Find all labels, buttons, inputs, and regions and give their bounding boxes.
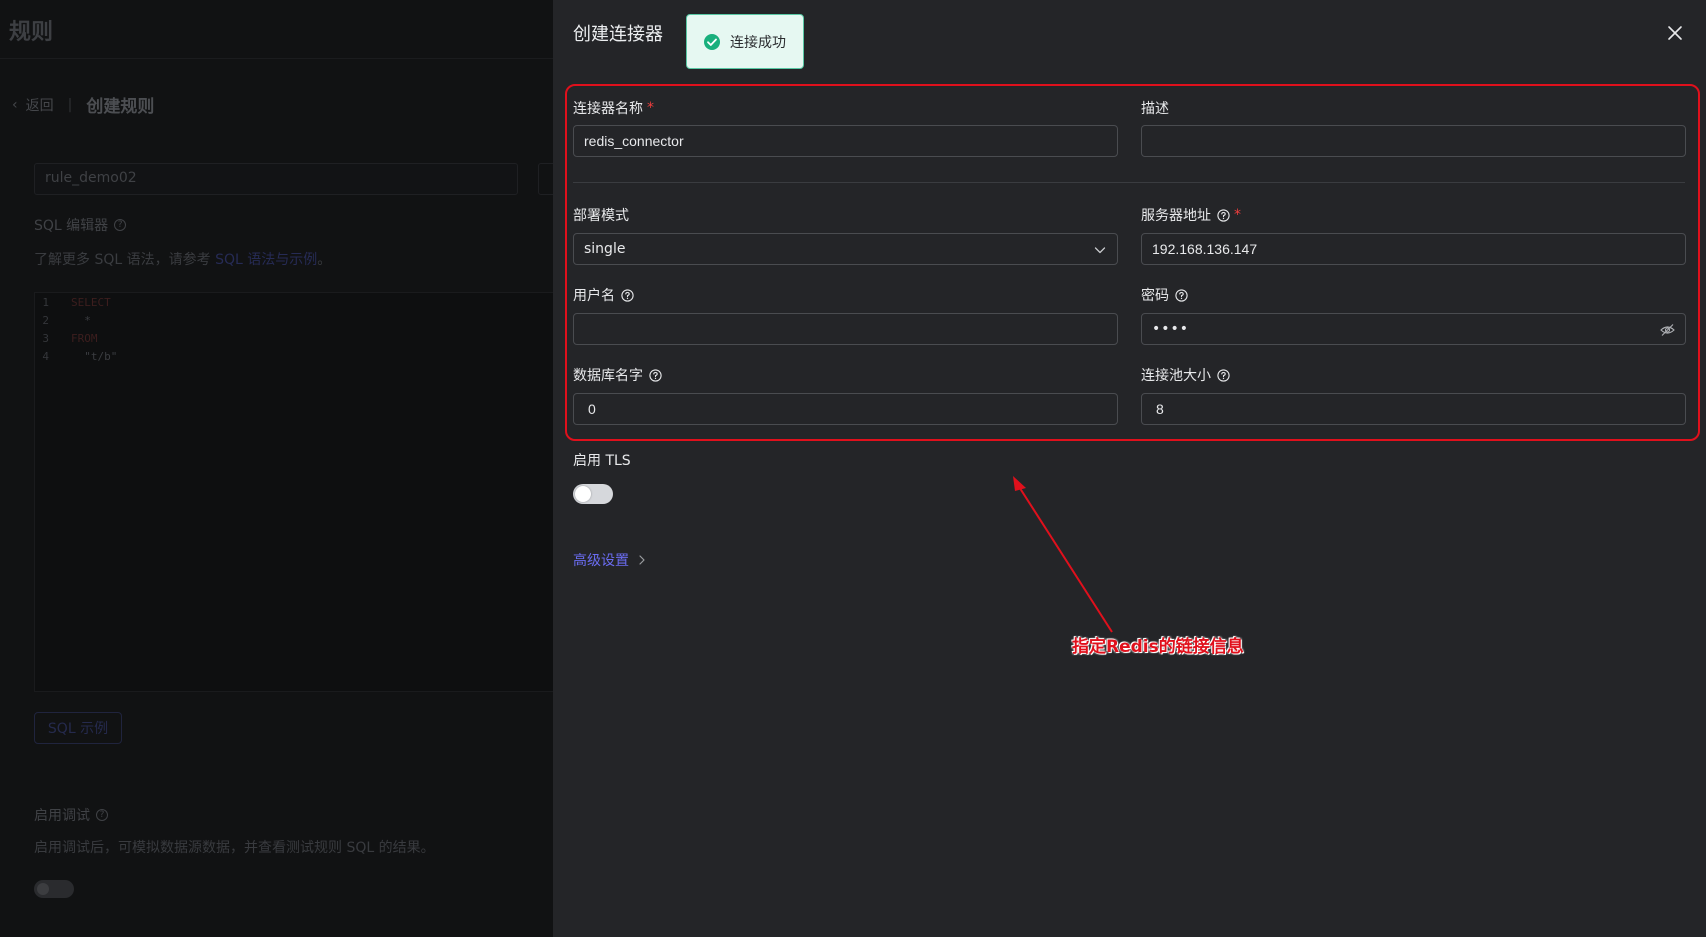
connector-name-label-text: 连接器名称 xyxy=(573,101,643,117)
description-label: 描述 xyxy=(1141,98,1169,118)
debug-hint: 启用调试后，可模拟数据源数据，并查看测试规则 SQL 的结果。 xyxy=(34,840,435,856)
server-address-label-text: 服务器地址 xyxy=(1141,208,1211,224)
database-name-label: 数据库名字 xyxy=(573,365,662,385)
header-divider xyxy=(0,58,553,59)
advanced-settings-text: 高级设置 xyxy=(573,553,629,569)
code-lines: 1 SELECT 2 * 3 FROM 4 "t/b" xyxy=(35,293,553,365)
sql-editor-label: SQL 编辑器 ? xyxy=(34,215,127,235)
sql-editor[interactable]: 1 SELECT 2 * 3 FROM 4 "t/b" xyxy=(34,292,554,692)
code-line: 3 FROM xyxy=(35,329,553,347)
code-line: 2 * xyxy=(35,311,553,329)
line-number: 4 xyxy=(42,349,49,363)
password-label-text: 密码 xyxy=(1141,288,1169,304)
deploy-mode-label: 部署模式 xyxy=(573,205,629,225)
deploy-mode-value: single xyxy=(584,241,626,257)
help-icon[interactable] xyxy=(621,288,634,302)
description-label-text: 描述 xyxy=(1141,101,1169,117)
sql-hint-text: 了解更多 SQL 语法，请参考 xyxy=(34,252,216,268)
connector-name-field[interactable] xyxy=(573,125,1118,157)
chevron-left-icon[interactable]: ‹ xyxy=(12,97,18,113)
line-number: 3 xyxy=(42,331,49,345)
code-line: 1 SELECT xyxy=(35,293,553,311)
eye-off-icon[interactable] xyxy=(1660,323,1675,337)
connector-name-label: 连接器名称 * xyxy=(573,98,654,118)
back-link[interactable]: 返回 xyxy=(26,95,54,115)
tls-label-text: 启用 TLS xyxy=(573,453,631,469)
password-value: •••• xyxy=(1152,321,1190,337)
server-address-field[interactable] xyxy=(1141,233,1686,265)
form-divider xyxy=(573,182,1685,183)
chevron-down-icon xyxy=(1094,247,1106,254)
success-toast: 连接成功 xyxy=(686,14,804,69)
database-name-input[interactable] xyxy=(584,401,1107,417)
code-text: FROM xyxy=(71,331,98,345)
tls-toggle[interactable] xyxy=(573,484,613,504)
pool-size-field[interactable] xyxy=(1141,393,1686,425)
sql-docs-link[interactable]: SQL 语法与示例 xyxy=(215,252,317,268)
close-button[interactable] xyxy=(1664,22,1686,44)
page-title: 创建规则 xyxy=(86,97,155,117)
username-label-text: 用户名 xyxy=(573,288,615,304)
chevron-right-icon xyxy=(639,555,645,565)
deploy-mode-select[interactable]: single xyxy=(573,233,1118,265)
close-icon xyxy=(1668,26,1682,40)
help-icon[interactable]: ? xyxy=(114,219,127,231)
line-number: 1 xyxy=(42,295,49,309)
debug-label: 启用调试 ? xyxy=(34,805,108,825)
sql-hint: 了解更多 SQL 语法，请参考 SQL 语法与示例。 xyxy=(34,249,331,269)
rule-name-input[interactable]: rule_demo02 xyxy=(34,163,518,195)
advanced-settings-link[interactable]: 高级设置 xyxy=(573,550,647,570)
sql-hint-suffix: 。 xyxy=(317,252,332,268)
deploy-mode-label-text: 部署模式 xyxy=(573,208,629,224)
toast-message: 连接成功 xyxy=(730,34,786,51)
code-text: SELECT xyxy=(71,295,111,309)
database-name-field[interactable] xyxy=(573,393,1118,425)
check-circle-icon xyxy=(704,33,720,50)
password-label: 密码 xyxy=(1141,285,1188,305)
code-text: "t/b" xyxy=(71,349,118,363)
breadcrumb-separator: | xyxy=(67,96,73,113)
code-line: 4 "t/b" xyxy=(35,347,553,365)
username-label: 用户名 xyxy=(573,285,634,305)
sql-editor-label-text: SQL 编辑器 xyxy=(34,218,109,234)
annotation-label: 指定Redis的链接信息 xyxy=(1072,637,1244,657)
help-icon[interactable] xyxy=(1175,288,1188,302)
username-input[interactable] xyxy=(584,321,1107,337)
connector-name-input[interactable] xyxy=(584,133,1107,149)
tls-label: 启用 TLS xyxy=(573,450,631,470)
description-field[interactable] xyxy=(1141,125,1686,157)
page-header-title: 规则 xyxy=(9,20,54,45)
pool-size-label-text: 连接池大小 xyxy=(1141,368,1211,384)
pool-size-input[interactable] xyxy=(1152,401,1675,417)
help-icon[interactable] xyxy=(649,368,662,382)
database-name-label-text: 数据库名字 xyxy=(573,368,643,384)
password-field[interactable]: •••• xyxy=(1141,313,1686,345)
drawer-title: 创建连接器 xyxy=(573,24,663,45)
debug-label-text: 启用调试 xyxy=(34,808,90,824)
code-text: * xyxy=(71,313,91,327)
pool-size-label: 连接池大小 xyxy=(1141,365,1230,385)
description-input[interactable] xyxy=(1152,133,1675,149)
sql-example-button[interactable]: SQL 示例 xyxy=(34,712,122,744)
create-connector-drawer: 创建连接器 连接成功 连接器名称 * 描述 部署模式 single 服务器 xyxy=(553,0,1706,937)
line-number: 2 xyxy=(42,313,49,327)
help-icon[interactable]: ? xyxy=(96,809,108,821)
required-mark: * xyxy=(1234,207,1241,223)
debug-toggle[interactable] xyxy=(34,880,74,898)
server-address-input[interactable] xyxy=(1152,241,1675,257)
server-address-label: 服务器地址 * xyxy=(1141,205,1241,225)
help-icon[interactable] xyxy=(1217,208,1230,222)
username-field[interactable] xyxy=(573,313,1118,345)
help-icon[interactable] xyxy=(1217,368,1230,382)
breadcrumb: ‹ 返回 | 创建规则 xyxy=(12,92,155,118)
required-mark: * xyxy=(647,100,654,116)
